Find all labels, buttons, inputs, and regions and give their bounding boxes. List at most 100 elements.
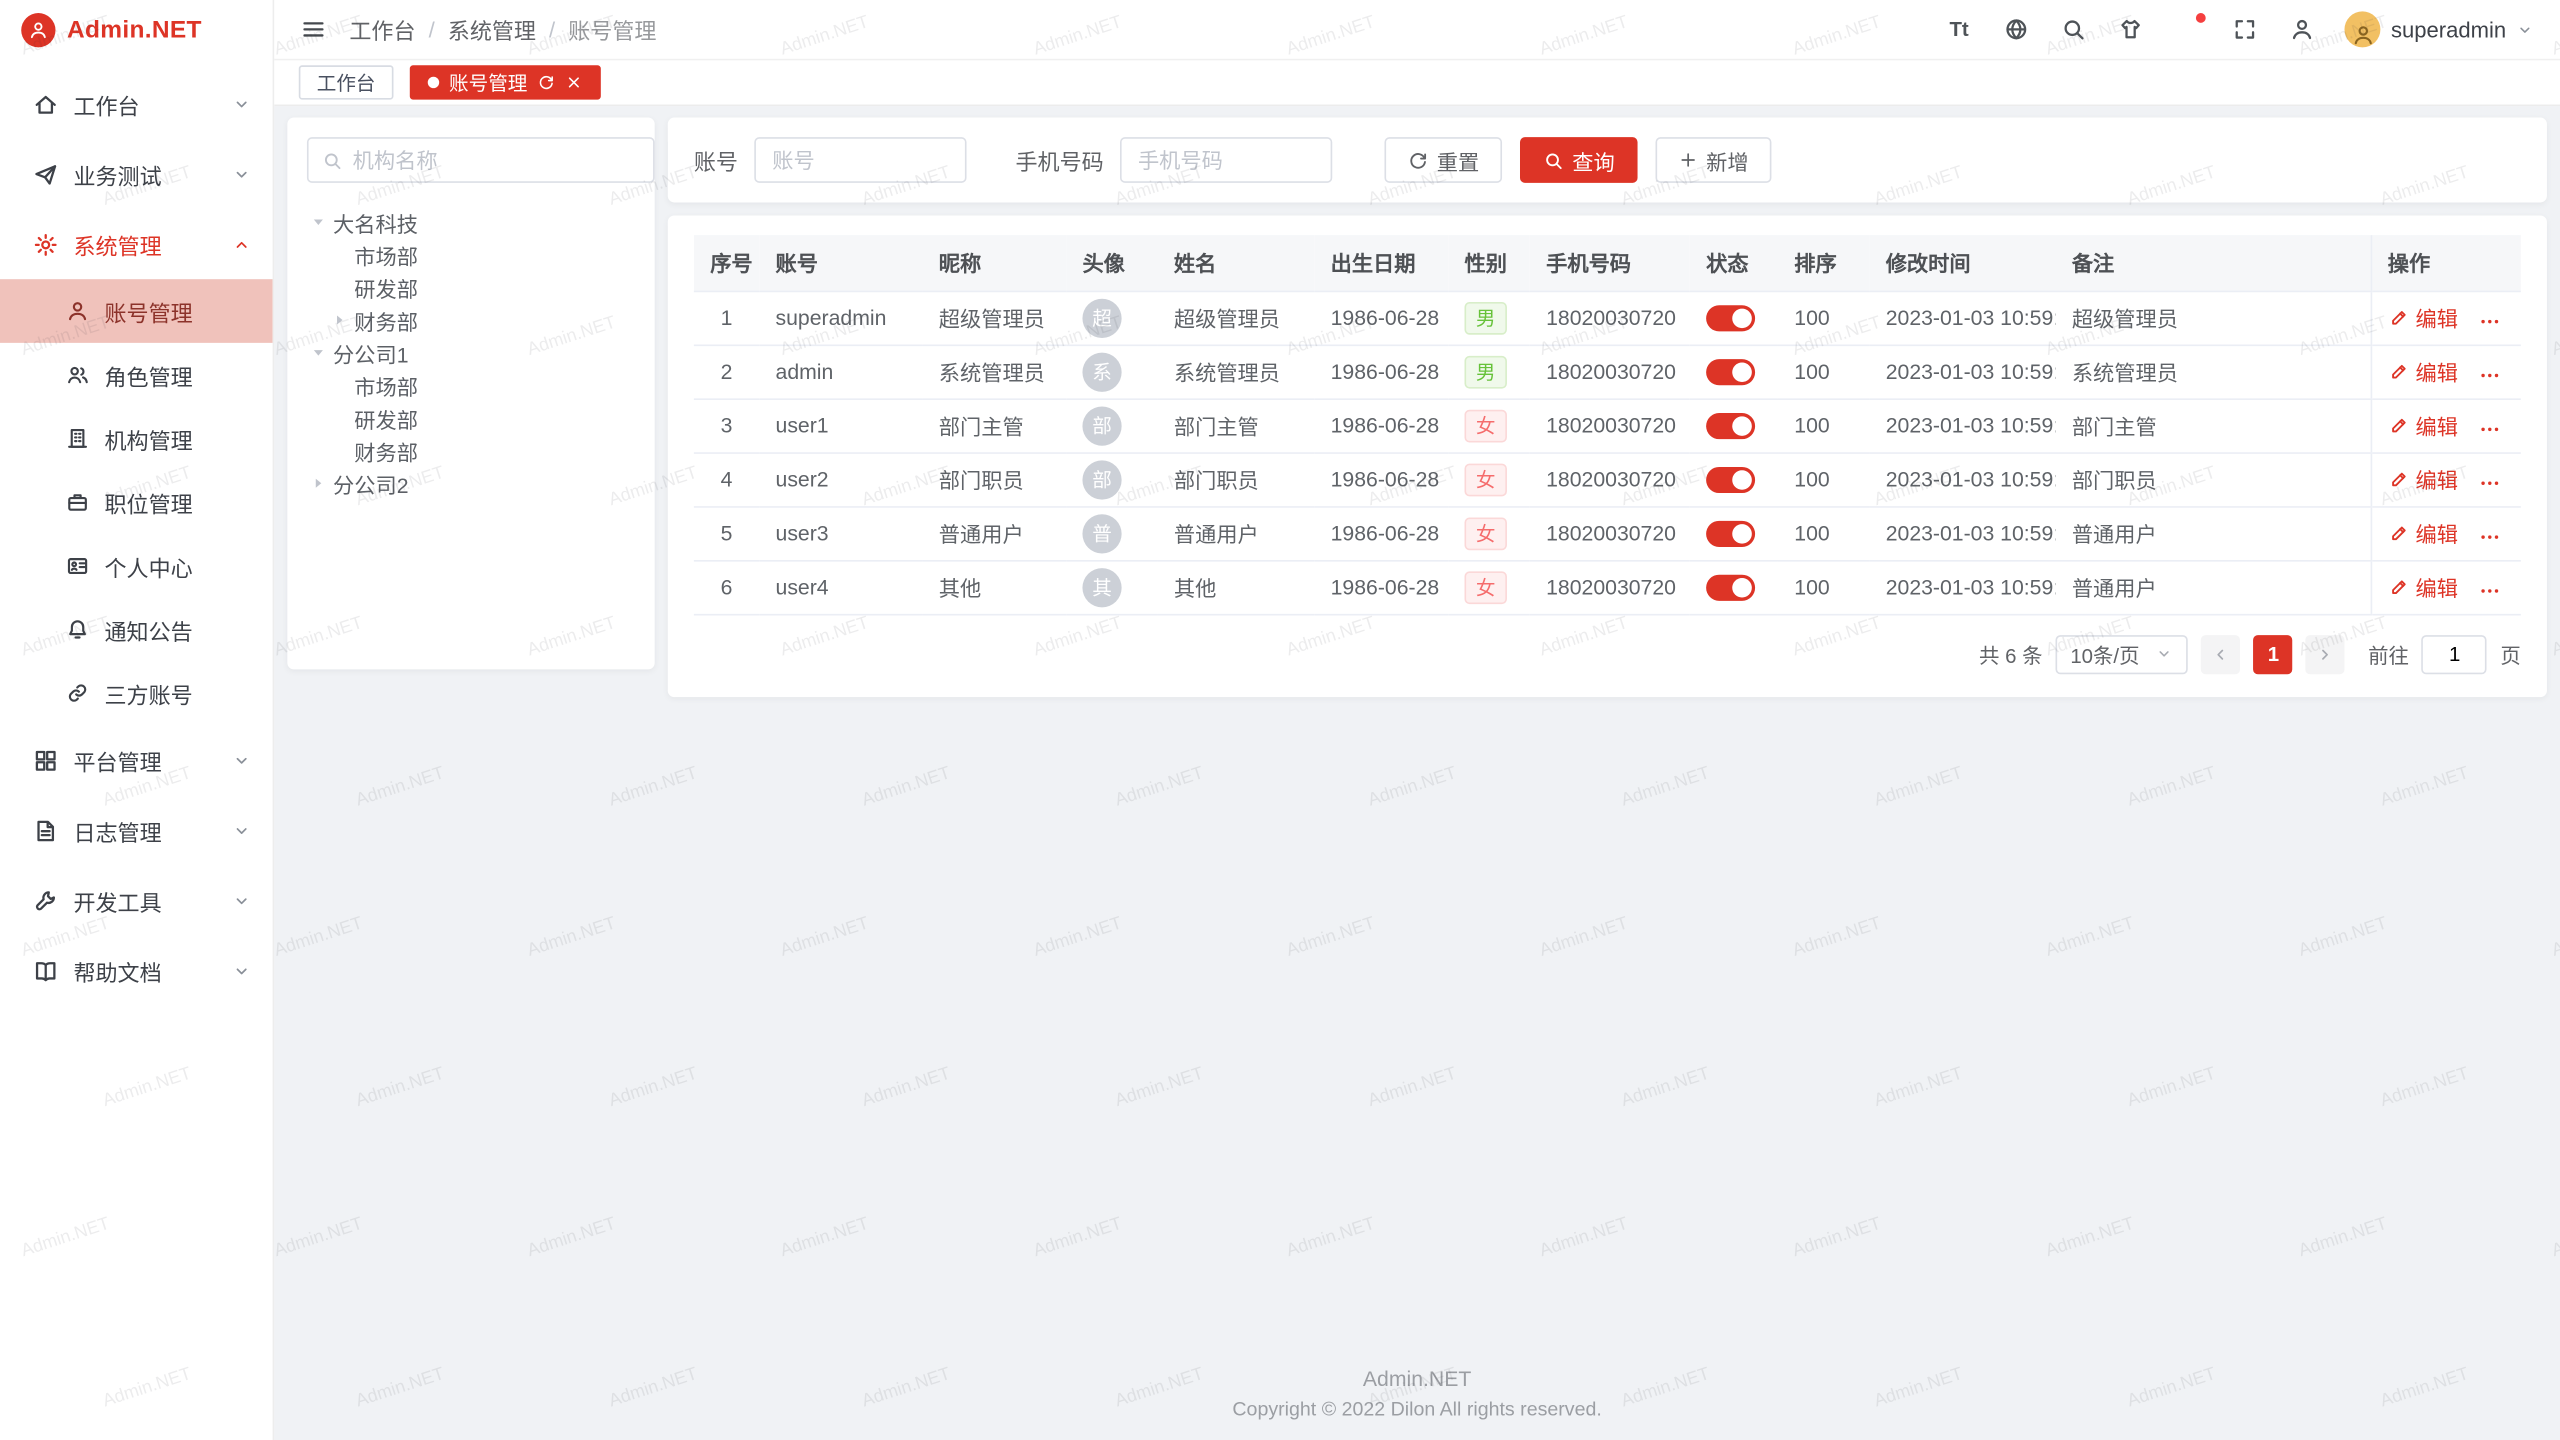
sidebar-item[interactable]: 帮助文档 — [0, 936, 273, 1006]
prev-page-button[interactable] — [2202, 634, 2241, 673]
status-toggle[interactable] — [1706, 305, 1755, 331]
tree-node-label: 财务部 — [354, 304, 418, 335]
cell-modified-time: 2023-01-03 10:59:44 — [1869, 344, 2055, 398]
table-header-cell: 备注 — [2056, 235, 2371, 291]
third-party-icon — [65, 681, 89, 705]
tree-caret-icon[interactable] — [307, 343, 330, 363]
reset-button[interactable]: 重置 — [1384, 137, 1502, 183]
sidebar-item[interactable]: 业务测试 — [0, 139, 273, 209]
sidebar-subitem[interactable]: 账号管理 — [0, 279, 273, 343]
sidebar-item[interactable]: 开发工具 — [0, 865, 273, 935]
tree-caret-icon[interactable] — [328, 310, 351, 330]
sidebar-subitem[interactable]: 通知公告 — [0, 598, 273, 662]
edit-button[interactable]: 编辑 — [2388, 409, 2458, 440]
tree-node[interactable]: 财务部 — [307, 434, 635, 467]
status-toggle[interactable] — [1706, 467, 1755, 493]
query-bar: 账号 手机号码 重置 查询 — [668, 118, 2547, 203]
tree-node[interactable]: 市场部 — [307, 369, 635, 402]
search-button[interactable]: 查询 — [1520, 137, 1638, 183]
breadcrumb-item[interactable]: 工作台 — [349, 13, 415, 46]
edit-label: 编辑 — [2416, 302, 2458, 333]
sidebar-subitem[interactable]: 个人中心 — [0, 534, 273, 598]
edit-label: 编辑 — [2416, 355, 2458, 386]
sidebar-subitem[interactable]: 三方账号 — [0, 661, 273, 725]
account-label: 账号 — [694, 144, 738, 177]
edit-button[interactable]: 编辑 — [2388, 302, 2458, 333]
sidebar-subitem[interactable]: 职位管理 — [0, 470, 273, 534]
account-icon[interactable] — [2288, 16, 2316, 44]
row-more-button[interactable] — [2478, 311, 2501, 334]
sidebar-subitem-label: 通知公告 — [104, 613, 192, 646]
row-more-button[interactable] — [2478, 365, 2501, 388]
page-size-select[interactable]: 10条/页 — [2056, 634, 2189, 673]
theme-icon[interactable] — [2117, 16, 2145, 44]
status-toggle[interactable] — [1706, 413, 1755, 439]
toggle-knob — [1732, 524, 1752, 544]
sidebar-subitem-label: 职位管理 — [104, 486, 192, 519]
notification-icon[interactable] — [2174, 16, 2202, 44]
language-icon[interactable] — [2002, 16, 2030, 44]
phone-input[interactable] — [1120, 137, 1332, 183]
status-toggle[interactable] — [1706, 520, 1755, 546]
chevron-down-icon — [232, 164, 252, 184]
sidebar-subitem[interactable]: 角色管理 — [0, 343, 273, 407]
cell-name: 超级管理员 — [1158, 291, 1315, 345]
breadcrumb-item[interactable]: 系统管理 — [448, 13, 536, 46]
edit-button[interactable]: 编辑 — [2388, 463, 2458, 494]
tree-node[interactable]: 财务部 — [307, 304, 635, 337]
sidebar-item[interactable]: 日志管理 — [0, 795, 273, 865]
edit-button[interactable]: 编辑 — [2388, 355, 2458, 386]
tab[interactable]: 账号管理 — [410, 65, 601, 99]
edit-label: 编辑 — [2416, 409, 2458, 440]
username: superadmin — [2391, 17, 2506, 41]
table-header-cell: 性别 — [1448, 235, 1530, 291]
notification-badge — [2197, 12, 2207, 22]
tab-refresh-icon[interactable] — [537, 73, 555, 91]
tree-node[interactable]: 分公司1 — [307, 336, 635, 369]
table-header-cell: 排序 — [1778, 235, 1869, 291]
tree-node[interactable]: 分公司2 — [307, 467, 635, 500]
tab-close-icon[interactable] — [565, 73, 583, 91]
account-input[interactable] — [754, 137, 966, 183]
row-more-button[interactable] — [2478, 418, 2501, 441]
table-header-cell: 修改时间 — [1869, 235, 2055, 291]
sidebar-item[interactable]: 系统管理 — [0, 209, 273, 279]
goto-page-input[interactable] — [2422, 634, 2487, 673]
status-toggle[interactable] — [1706, 359, 1755, 385]
sidebar-subitem[interactable]: 机构管理 — [0, 407, 273, 471]
gender-badge: 女 — [1464, 571, 1506, 604]
edit-label: 编辑 — [2416, 517, 2458, 548]
cell-birthdate: 1986-06-28 — [1314, 344, 1448, 398]
menu-collapse-button[interactable] — [300, 16, 326, 42]
edit-button[interactable]: 编辑 — [2388, 571, 2458, 602]
cell-name: 部门主管 — [1158, 398, 1315, 452]
tab-label: 工作台 — [317, 69, 376, 97]
font-size-icon[interactable]: Tt — [1945, 16, 1973, 44]
next-page-button[interactable] — [2306, 634, 2345, 673]
tree-node[interactable]: 大名科技 — [307, 206, 635, 239]
tree-node[interactable]: 市场部 — [307, 238, 635, 271]
chevron-up-icon — [232, 234, 252, 254]
org-icon — [65, 426, 89, 450]
tree-caret-icon[interactable] — [307, 473, 330, 493]
tree-node[interactable]: 研发部 — [307, 271, 635, 304]
row-more-button[interactable] — [2478, 580, 2501, 603]
row-more-button[interactable] — [2478, 472, 2501, 495]
sidebar-item[interactable]: 平台管理 — [0, 725, 273, 795]
add-button[interactable]: 新增 — [1656, 137, 1772, 183]
tab[interactable]: 工作台 — [299, 65, 394, 99]
fullscreen-icon[interactable] — [2231, 16, 2259, 44]
tree-caret-icon[interactable] — [307, 212, 330, 232]
org-search-input[interactable] — [353, 148, 640, 172]
row-more-button[interactable] — [2478, 526, 2501, 549]
sidebar-item[interactable]: 工作台 — [0, 69, 273, 139]
tree-node[interactable]: 研发部 — [307, 402, 635, 435]
status-toggle[interactable] — [1706, 574, 1755, 600]
edit-button[interactable]: 编辑 — [2388, 517, 2458, 548]
page-size-value: 10条/页 — [2070, 638, 2139, 669]
page-number-button[interactable]: 1 — [2254, 634, 2293, 673]
search-icon[interactable] — [2060, 16, 2088, 44]
breadcrumb-item[interactable]: 账号管理 — [568, 13, 656, 46]
user-menu[interactable]: superadmin — [2345, 11, 2534, 47]
right-column: 账号 手机号码 重置 查询 — [668, 118, 2547, 697]
